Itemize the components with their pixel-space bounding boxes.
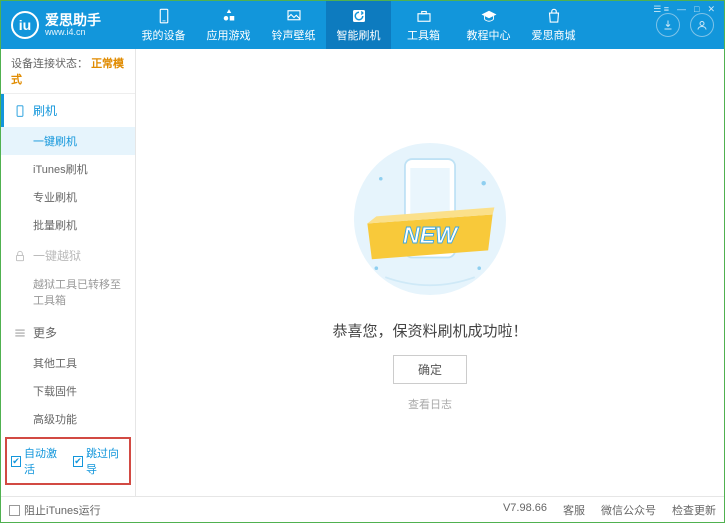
sidebar-item-other[interactable]: 其他工具 [1,349,135,377]
content-area: NEW 恭喜您，保资料刷机成功啦！ 确定 查看日志 [136,49,724,496]
connection-status: 设备连接状态： 正常模式 [1,49,135,94]
confirm-button[interactable]: 确定 [393,355,467,384]
toolbox-icon [415,7,433,25]
wallpaper-icon [285,7,303,25]
nav-smart-flash[interactable]: 智能刷机 [326,1,391,49]
checkbox-skip-guide[interactable]: ✔跳过向导 [73,445,125,477]
minimize-btn[interactable]: — [674,4,689,15]
status-support[interactable]: 客服 [563,502,585,518]
maximize-btn[interactable]: □ [691,4,702,15]
device-box: iPhone 12 mini 64GB Down-12mini-13,1 [1,489,135,496]
close-btn[interactable]: ✕ [704,4,718,15]
bag-icon [545,7,563,25]
sidebar-item-itunes[interactable]: iTunes刷机 [1,155,135,183]
nav-ringtones[interactable]: 铃声壁纸 [261,1,326,49]
success-message: 恭喜您，保资料刷机成功啦！ [332,320,527,341]
phone-icon [13,104,27,118]
nav-store[interactable]: 爱思商城 [521,1,586,49]
sidebar-item-download-fw[interactable]: 下载固件 [1,377,135,405]
nav-tutorial[interactable]: 教程中心 [456,1,521,49]
status-update[interactable]: 检查更新 [672,502,716,518]
success-illustration: NEW [340,134,520,304]
refresh-icon [350,7,368,25]
phone-icon [155,7,173,25]
section-flash[interactable]: 刷机 [1,94,135,127]
menu-icon [13,326,27,340]
nav-toolbox[interactable]: 工具箱 [391,1,456,49]
checkbox-auto-activate[interactable]: ✔自动激活 [11,445,63,477]
download-button[interactable] [656,13,680,37]
title-right [656,13,714,37]
sidebar-item-pro[interactable]: 专业刷机 [1,183,135,211]
top-nav: 我的设备 应用游戏 铃声壁纸 智能刷机 工具箱 教程中心 爱思商城 [131,1,656,49]
sidebar-item-batch[interactable]: 批量刷机 [1,211,135,239]
app-window: ☰ ≡ — □ ✕ iu 爱思助手 www.i4.cn 我的设备 应用游戏 铃声… [0,0,725,523]
app-title: 爱思助手 [45,13,101,27]
sidebar-item-oneclick[interactable]: 一键刷机 [1,127,135,155]
user-button[interactable] [690,13,714,37]
sidebar: 设备连接状态： 正常模式 刷机 一键刷机 iTunes刷机 专业刷机 批量刷机 … [1,49,136,496]
jailbreak-note: 越狱工具已转移至 工具箱 [1,272,135,316]
section-jailbreak[interactable]: 一键越狱 [1,239,135,272]
svg-text:NEW: NEW [403,222,459,248]
menu-btn[interactable]: ☰ ≡ [650,4,672,15]
app-url: www.i4.cn [45,27,101,38]
sidebar-item-advanced[interactable]: 高级功能 [1,405,135,433]
status-version: V7.98.66 [503,502,547,518]
nav-apps-games[interactable]: 应用游戏 [196,1,261,49]
graduation-icon [480,7,498,25]
logo-icon: iu [11,11,39,39]
statusbar: 阻止iTunes运行 V7.98.66 客服 微信公众号 检查更新 [1,496,724,522]
status-wechat[interactable]: 微信公众号 [601,502,656,518]
nav-my-device[interactable]: 我的设备 [131,1,196,49]
titlebar: iu 爱思助手 www.i4.cn 我的设备 应用游戏 铃声壁纸 智能刷机 工具… [1,1,724,49]
section-more[interactable]: 更多 [1,316,135,349]
app-logo: iu 爱思助手 www.i4.cn [11,11,131,39]
apps-icon [220,7,238,25]
window-controls: ☰ ≡ — □ ✕ [650,4,718,15]
view-log-link[interactable]: 查看日志 [408,396,452,412]
lock-icon [13,249,27,263]
checkbox-block-itunes[interactable]: 阻止iTunes运行 [9,502,101,518]
flash-options-box: ✔自动激活 ✔跳过向导 [5,437,131,485]
body: 设备连接状态： 正常模式 刷机 一键刷机 iTunes刷机 专业刷机 批量刷机 … [1,49,724,496]
